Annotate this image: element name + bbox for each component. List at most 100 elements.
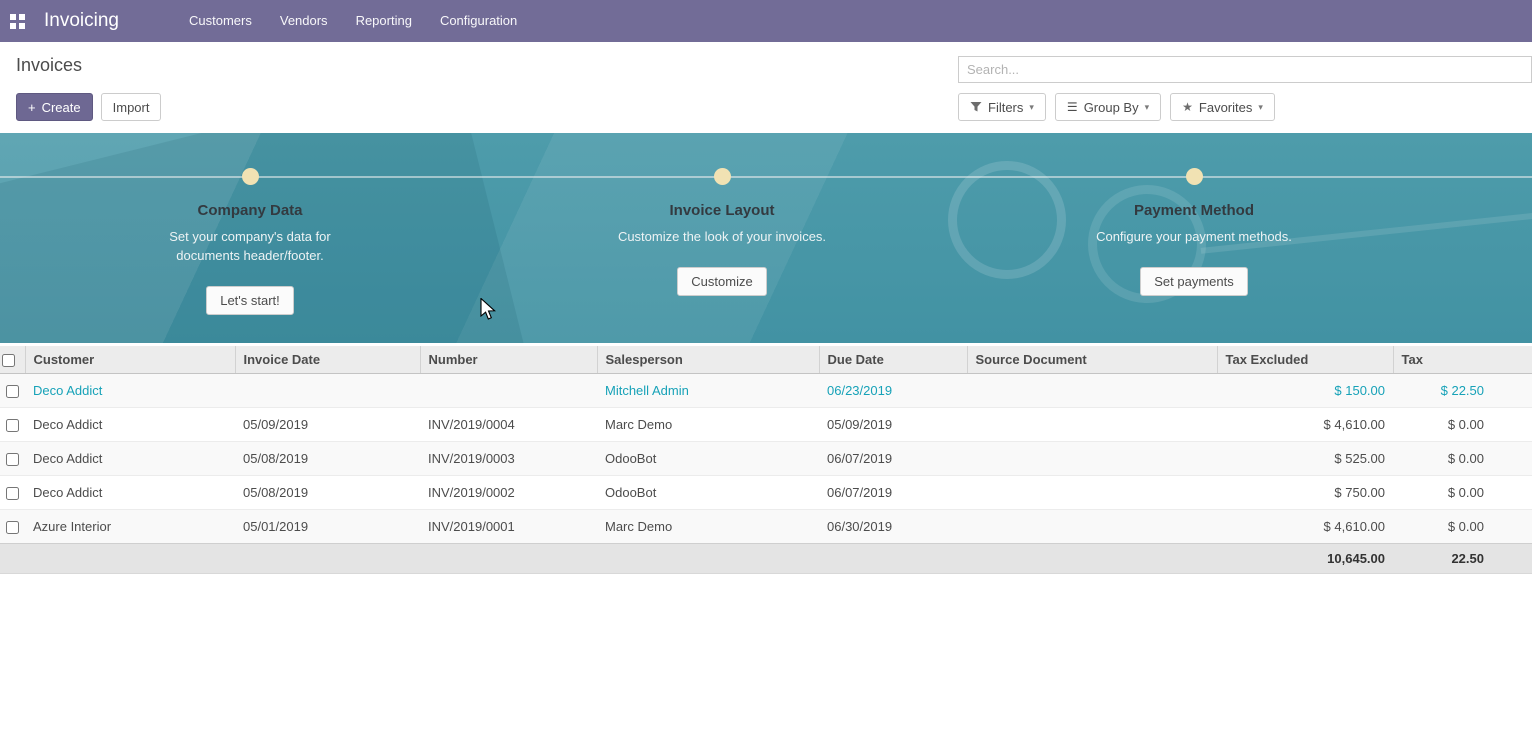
filters-button[interactable]: Filters ▾ [958, 93, 1046, 121]
cell-tax: $ 0.00 [1393, 442, 1532, 476]
page-title: Invoices [16, 55, 82, 75]
onboarding-step-company-data: Company Data Set your company's data for… [14, 133, 486, 343]
customize-button[interactable]: Customize [677, 267, 766, 296]
cell-number: INV/2019/0002 [420, 476, 597, 510]
row-checkbox[interactable] [6, 419, 19, 432]
column-header-tax[interactable]: Tax [1393, 346, 1532, 374]
top-navbar: Invoicing Customers Vendors Reporting Co… [0, 0, 1532, 42]
step-description: Configure your payment methods. [1089, 227, 1299, 246]
cell-invoice-date: 05/09/2019 [235, 408, 420, 442]
cell-invoice-date: 05/08/2019 [235, 476, 420, 510]
cell-source-document [967, 442, 1217, 476]
create-button[interactable]: + Create [16, 93, 93, 121]
app-title[interactable]: Invoicing [44, 10, 119, 32]
invoice-list: Customer Invoice Date Number Salesperson… [0, 346, 1532, 574]
star-icon: ★ [1182, 100, 1193, 114]
cell-invoice-date [235, 374, 420, 408]
cell-customer: Deco Addict [25, 476, 235, 510]
menu-configuration[interactable]: Configuration [426, 0, 531, 42]
cell-tax: $ 0.00 [1393, 476, 1532, 510]
onboarding-step-invoice-layout: Invoice Layout Customize the look of you… [486, 133, 958, 343]
column-header-source-document[interactable]: Source Document [967, 346, 1217, 374]
cell-tax: $ 22.50 [1393, 374, 1532, 408]
navbar-menu: Customers Vendors Reporting Configuratio… [175, 0, 531, 42]
row-checkbox[interactable] [6, 385, 19, 398]
step-dot [242, 168, 259, 185]
cell-salesperson: Marc Demo [597, 408, 819, 442]
table-row[interactable]: Deco Addict Mitchell Admin 06/23/2019 $ … [0, 374, 1532, 408]
menu-reporting[interactable]: Reporting [342, 0, 426, 42]
cell-customer: Deco Addict [25, 442, 235, 476]
column-header-number[interactable]: Number [420, 346, 597, 374]
cell-number [420, 374, 597, 408]
cell-tax-excluded: $ 750.00 [1217, 476, 1393, 510]
lets-start-button[interactable]: Let's start! [206, 286, 294, 315]
row-checkbox[interactable] [6, 453, 19, 466]
column-header-customer[interactable]: Customer [25, 346, 235, 374]
cell-due-date: 06/07/2019 [819, 476, 967, 510]
step-title: Invoice Layout [486, 202, 958, 219]
row-checkbox[interactable] [6, 521, 19, 534]
cell-salesperson: OdooBot [597, 442, 819, 476]
cell-tax-excluded: $ 4,610.00 [1217, 510, 1393, 544]
action-row: + Create Import Filters ▾ ☰ Group By ▾ ★… [0, 93, 1532, 121]
table-row[interactable]: Deco Addict 05/08/2019 INV/2019/0003 Odo… [0, 442, 1532, 476]
total-tax: 22.50 [1393, 544, 1532, 574]
cell-number: INV/2019/0001 [420, 510, 597, 544]
column-header-invoice-date[interactable]: Invoice Date [235, 346, 420, 374]
cell-tax-excluded: $ 525.00 [1217, 442, 1393, 476]
row-checkbox[interactable] [6, 487, 19, 500]
select-all-checkbox[interactable] [2, 354, 15, 367]
column-header-salesperson[interactable]: Salesperson [597, 346, 819, 374]
filter-icon [970, 101, 982, 113]
menu-customers[interactable]: Customers [175, 0, 266, 42]
cell-tax-excluded: $ 4,610.00 [1217, 408, 1393, 442]
cell-number: INV/2019/0003 [420, 442, 597, 476]
column-header-due-date[interactable]: Due Date [819, 346, 967, 374]
cell-customer: Azure Interior [25, 510, 235, 544]
table-header-row: Customer Invoice Date Number Salesperson… [0, 346, 1532, 374]
cell-tax: $ 0.00 [1393, 510, 1532, 544]
total-tax-excluded: 10,645.00 [1217, 544, 1393, 574]
column-header-tax-excluded[interactable]: Tax Excluded [1217, 346, 1393, 374]
caret-down-icon: ▾ [1258, 102, 1263, 113]
caret-down-icon: ▾ [1029, 102, 1034, 113]
cell-source-document [967, 374, 1217, 408]
onboarding-banner: Company Data Set your company's data for… [0, 133, 1532, 343]
table-row[interactable]: Deco Addict 05/08/2019 INV/2019/0002 Odo… [0, 476, 1532, 510]
apps-menu-icon[interactable] [0, 0, 34, 42]
cell-source-document [967, 476, 1217, 510]
cell-invoice-date: 05/08/2019 [235, 442, 420, 476]
caret-down-icon: ▾ [1145, 102, 1150, 113]
import-button[interactable]: Import [101, 93, 162, 121]
group-by-icon: ☰ [1067, 100, 1078, 114]
step-description: Customize the look of your invoices. [617, 227, 827, 246]
cell-due-date: 05/09/2019 [819, 408, 967, 442]
step-title: Payment Method [958, 202, 1430, 219]
set-payments-button[interactable]: Set payments [1140, 267, 1248, 296]
table-row[interactable]: Azure Interior 05/01/2019 INV/2019/0001 … [0, 510, 1532, 544]
step-description: Set your company's data for documents he… [145, 227, 355, 265]
cell-salesperson: Marc Demo [597, 510, 819, 544]
cell-due-date: 06/07/2019 [819, 442, 967, 476]
cell-customer: Deco Addict [25, 408, 235, 442]
group-by-button[interactable]: ☰ Group By ▾ [1055, 93, 1161, 121]
menu-vendors[interactable]: Vendors [266, 0, 342, 42]
cell-customer: Deco Addict [25, 374, 235, 408]
plus-icon: + [28, 100, 36, 115]
cell-salesperson: OdooBot [597, 476, 819, 510]
cell-invoice-date: 05/01/2019 [235, 510, 420, 544]
cell-source-document [967, 510, 1217, 544]
cell-source-document [967, 408, 1217, 442]
cell-tax-excluded: $ 150.00 [1217, 374, 1393, 408]
control-panel: Invoices [0, 42, 1532, 83]
favorites-button[interactable]: ★ Favorites ▾ [1170, 93, 1275, 121]
onboarding-step-payment-method: Payment Method Configure your payment me… [958, 133, 1430, 343]
step-dot [1186, 168, 1203, 185]
step-title: Company Data [14, 202, 486, 219]
cell-salesperson: Mitchell Admin [597, 374, 819, 408]
search-input[interactable] [958, 56, 1532, 83]
cell-due-date: 06/30/2019 [819, 510, 967, 544]
cell-due-date: 06/23/2019 [819, 374, 967, 408]
table-row[interactable]: Deco Addict 05/09/2019 INV/2019/0004 Mar… [0, 408, 1532, 442]
